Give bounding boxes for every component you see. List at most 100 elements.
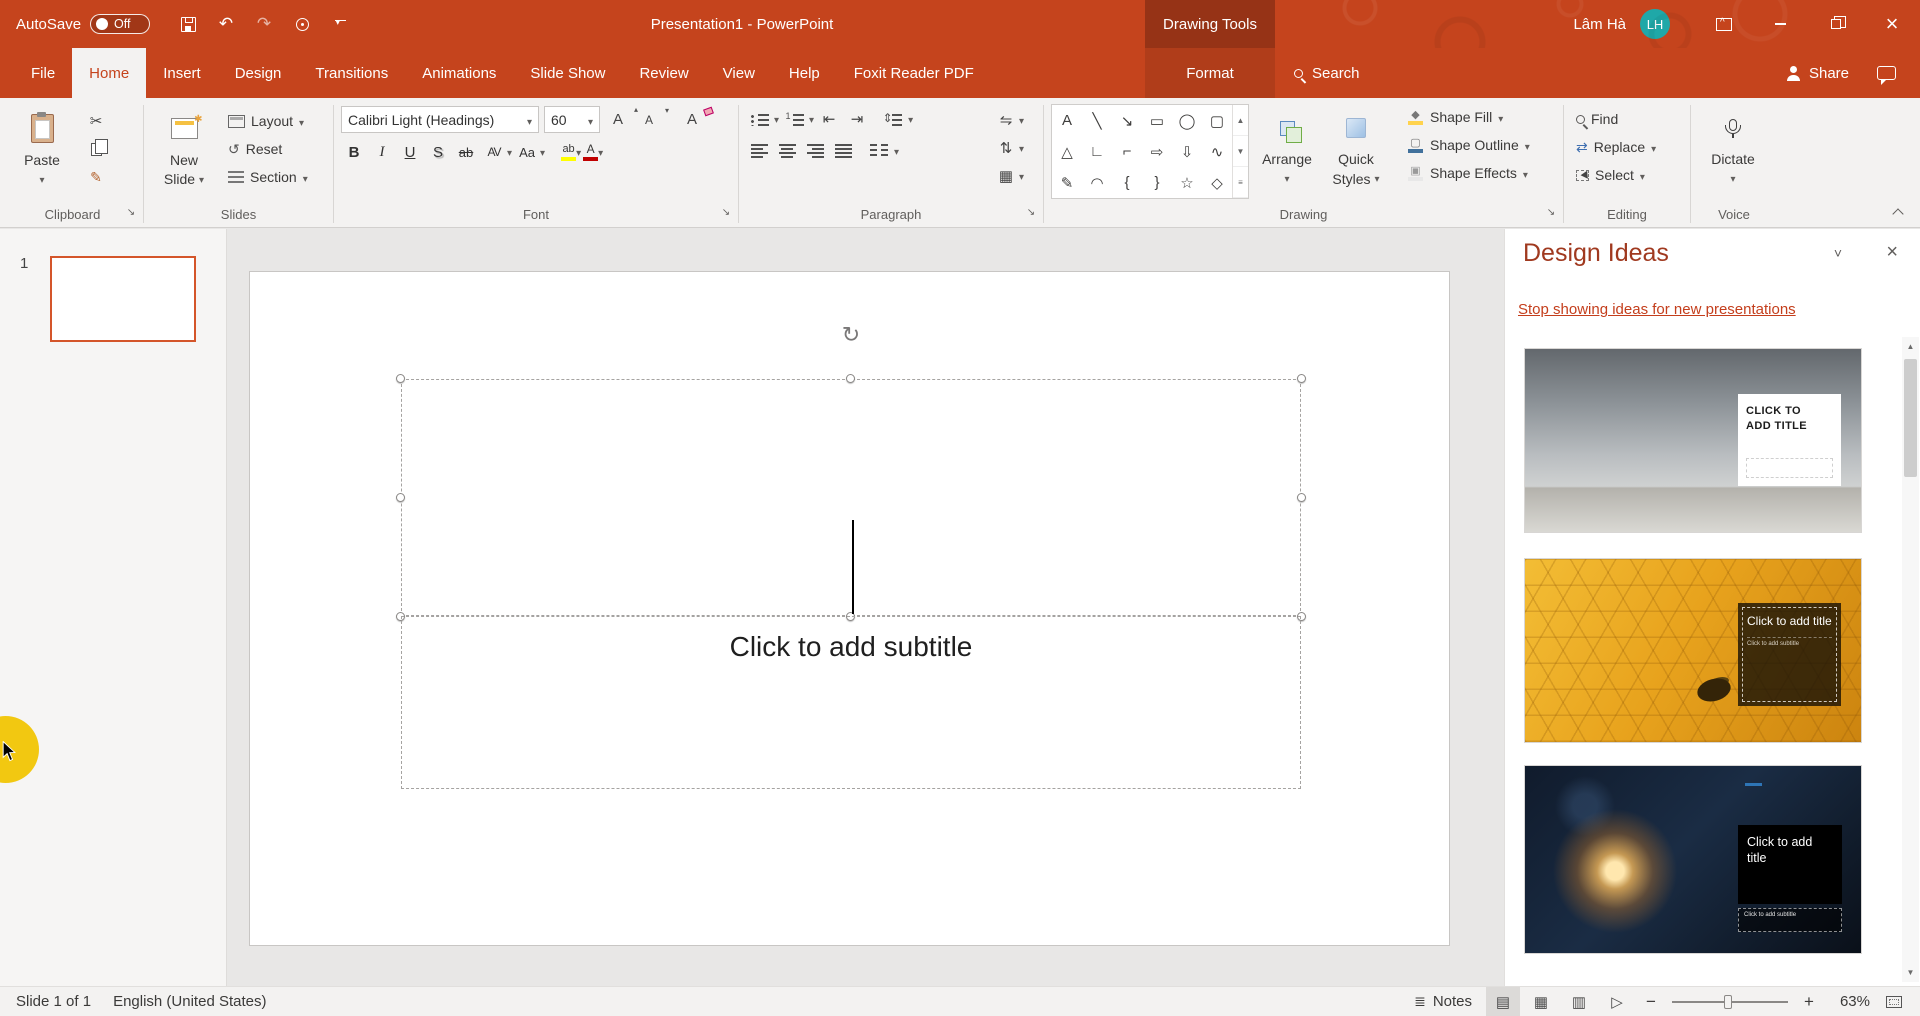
shape-line-icon[interactable]: ╲: [1082, 105, 1112, 136]
columns-dropdown-icon[interactable]: [894, 142, 899, 160]
select-button[interactable]: Select: [1571, 162, 1683, 188]
reset-button[interactable]: Reset: [223, 136, 313, 162]
autosave-toggle[interactable]: Off: [90, 14, 150, 34]
tab-format[interactable]: Format: [1145, 48, 1275, 98]
shape-rectangle-icon[interactable]: ▭: [1142, 105, 1172, 136]
notes-button[interactable]: Notes: [1404, 987, 1482, 1016]
shape-elbow-connector-icon[interactable]: ⌐: [1112, 136, 1142, 167]
shape-arc-icon[interactable]: ◠: [1082, 167, 1112, 198]
close-button[interactable]: [1864, 0, 1920, 48]
scrollbar-up-arrow[interactable]: ▲: [1902, 337, 1919, 356]
paste-button[interactable]: Paste: [9, 105, 75, 190]
font-dialog-launcher[interactable]: [719, 207, 733, 221]
shape-star-icon[interactable]: ☆: [1172, 167, 1202, 198]
shapes-more-button[interactable]: ≡: [1233, 167, 1248, 198]
cut-button[interactable]: [83, 108, 109, 134]
slide-canvas[interactable]: Click to add subtitle: [249, 271, 1450, 946]
design-idea-thumbnail-2[interactable]: Click to add title Click to add subtitle: [1524, 558, 1862, 743]
tab-file[interactable]: File: [14, 48, 72, 98]
resize-handle-n[interactable]: [846, 374, 855, 383]
copy-button[interactable]: [83, 136, 109, 162]
align-right-button[interactable]: [802, 138, 828, 164]
arrange-button[interactable]: Arrange: [1256, 104, 1318, 189]
design-panel-scrollbar[interactable]: ▲ ▼: [1902, 337, 1919, 982]
resize-handle-nw[interactable]: [396, 374, 405, 383]
tab-insert[interactable]: Insert: [146, 48, 218, 98]
find-button[interactable]: Find: [1571, 106, 1683, 132]
text-direction-button[interactable]: [993, 107, 1024, 133]
shape-oval-icon[interactable]: ◯: [1172, 105, 1202, 136]
zoom-slider-thumb[interactable]: [1724, 995, 1732, 1009]
text-shadow-button[interactable]: S: [425, 139, 451, 165]
clear-formatting-button[interactable]: A: [679, 107, 705, 133]
shapes-scroll-up[interactable]: ▲: [1233, 105, 1248, 136]
scrollbar-thumb[interactable]: [1904, 359, 1917, 477]
design-ideas-collapse-icon[interactable]: [1834, 245, 1842, 261]
reading-view-button[interactable]: ▥: [1562, 987, 1596, 1016]
increase-indent-button[interactable]: [844, 106, 870, 132]
slide-sorter-view-button[interactable]: ▦: [1524, 987, 1558, 1016]
tab-review[interactable]: Review: [622, 48, 705, 98]
character-spacing-button[interactable]: AV: [481, 139, 512, 165]
shape-fill-button[interactable]: ◆ Shape Fill: [1402, 104, 1535, 130]
slideshow-view-button[interactable]: ▷: [1600, 987, 1634, 1016]
strikethrough-button[interactable]: ab: [453, 139, 479, 165]
comments-button[interactable]: [1877, 66, 1896, 80]
shape-arrow-down-icon[interactable]: ⇩: [1172, 136, 1202, 167]
save-button[interactable]: [172, 8, 204, 40]
rotate-handle[interactable]: [842, 322, 860, 348]
shape-left-brace-icon[interactable]: {: [1112, 167, 1142, 198]
numbering-dropdown-icon[interactable]: [809, 110, 814, 128]
paragraph-dialog-launcher[interactable]: [1024, 207, 1038, 221]
design-idea-thumbnail-3[interactable]: Click to add title Click to add subtitle: [1524, 765, 1862, 954]
tab-foxit-reader-pdf[interactable]: Foxit Reader PDF: [837, 48, 991, 98]
customize-quick-access-button[interactable]: [324, 8, 356, 40]
font-color-button[interactable]: A: [583, 143, 603, 161]
title-placeholder[interactable]: [401, 379, 1301, 616]
increase-font-size-button[interactable]: A: [605, 107, 631, 133]
shape-right-brace-icon[interactable]: }: [1142, 167, 1172, 198]
italic-button[interactable]: I: [369, 139, 395, 165]
replace-button[interactable]: Replace: [1571, 134, 1683, 160]
subtitle-placeholder[interactable]: Click to add subtitle: [401, 616, 1301, 789]
minimize-button[interactable]: [1752, 0, 1808, 48]
zoom-out-button[interactable]: −: [1638, 987, 1664, 1016]
font-name-dropdown-icon[interactable]: [527, 112, 532, 128]
new-slide-button[interactable]: New Slide: [151, 105, 217, 190]
shape-triangle-icon[interactable]: △: [1052, 136, 1082, 167]
drawing-dialog-launcher[interactable]: [1544, 207, 1558, 221]
fit-slide-to-window-button[interactable]: [1886, 996, 1902, 1008]
font-name-combobox[interactable]: Calibri Light (Headings): [341, 106, 539, 133]
redo-button[interactable]: [248, 8, 280, 40]
font-size-dropdown-icon[interactable]: [588, 112, 593, 128]
shape-curve-icon[interactable]: ∿: [1202, 136, 1232, 167]
decrease-font-size-button[interactable]: A: [636, 107, 662, 133]
align-center-button[interactable]: [774, 138, 800, 164]
share-button[interactable]: Share: [1786, 65, 1849, 82]
normal-view-button[interactable]: ▤: [1486, 987, 1520, 1016]
tab-view[interactable]: View: [706, 48, 772, 98]
restore-button[interactable]: [1808, 0, 1864, 48]
shape-right-angle-icon[interactable]: ∟: [1082, 136, 1112, 167]
line-spacing-button[interactable]: [880, 106, 906, 132]
shape-arrow-right-icon[interactable]: ⇨: [1142, 136, 1172, 167]
shape-freeform-icon[interactable]: ✎: [1052, 167, 1082, 198]
columns-button[interactable]: [866, 138, 892, 164]
shape-diamond-icon[interactable]: ◇: [1202, 167, 1232, 198]
slide-thumbnail-1[interactable]: [50, 256, 196, 342]
text-highlight-color-button[interactable]: ab: [561, 143, 581, 161]
underline-button[interactable]: U: [397, 139, 423, 165]
shapes-scroll-down[interactable]: ▼: [1233, 136, 1248, 167]
tab-animations[interactable]: Animations: [405, 48, 513, 98]
shape-textbox-icon[interactable]: A: [1052, 105, 1082, 136]
shape-outline-button[interactable]: ▢ Shape Outline: [1402, 132, 1535, 158]
tab-design[interactable]: Design: [218, 48, 299, 98]
shape-arrow-line-icon[interactable]: ↘: [1112, 105, 1142, 136]
section-button[interactable]: Section: [223, 164, 313, 190]
resize-handle-ne[interactable]: [1297, 374, 1306, 383]
avatar[interactable]: LH: [1640, 9, 1670, 39]
align-left-button[interactable]: [746, 138, 772, 164]
shape-rounded-rectangle-icon[interactable]: ▢: [1202, 105, 1232, 136]
change-case-button[interactable]: Aa: [514, 139, 545, 165]
collapse-ribbon-button[interactable]: [1890, 205, 1908, 219]
